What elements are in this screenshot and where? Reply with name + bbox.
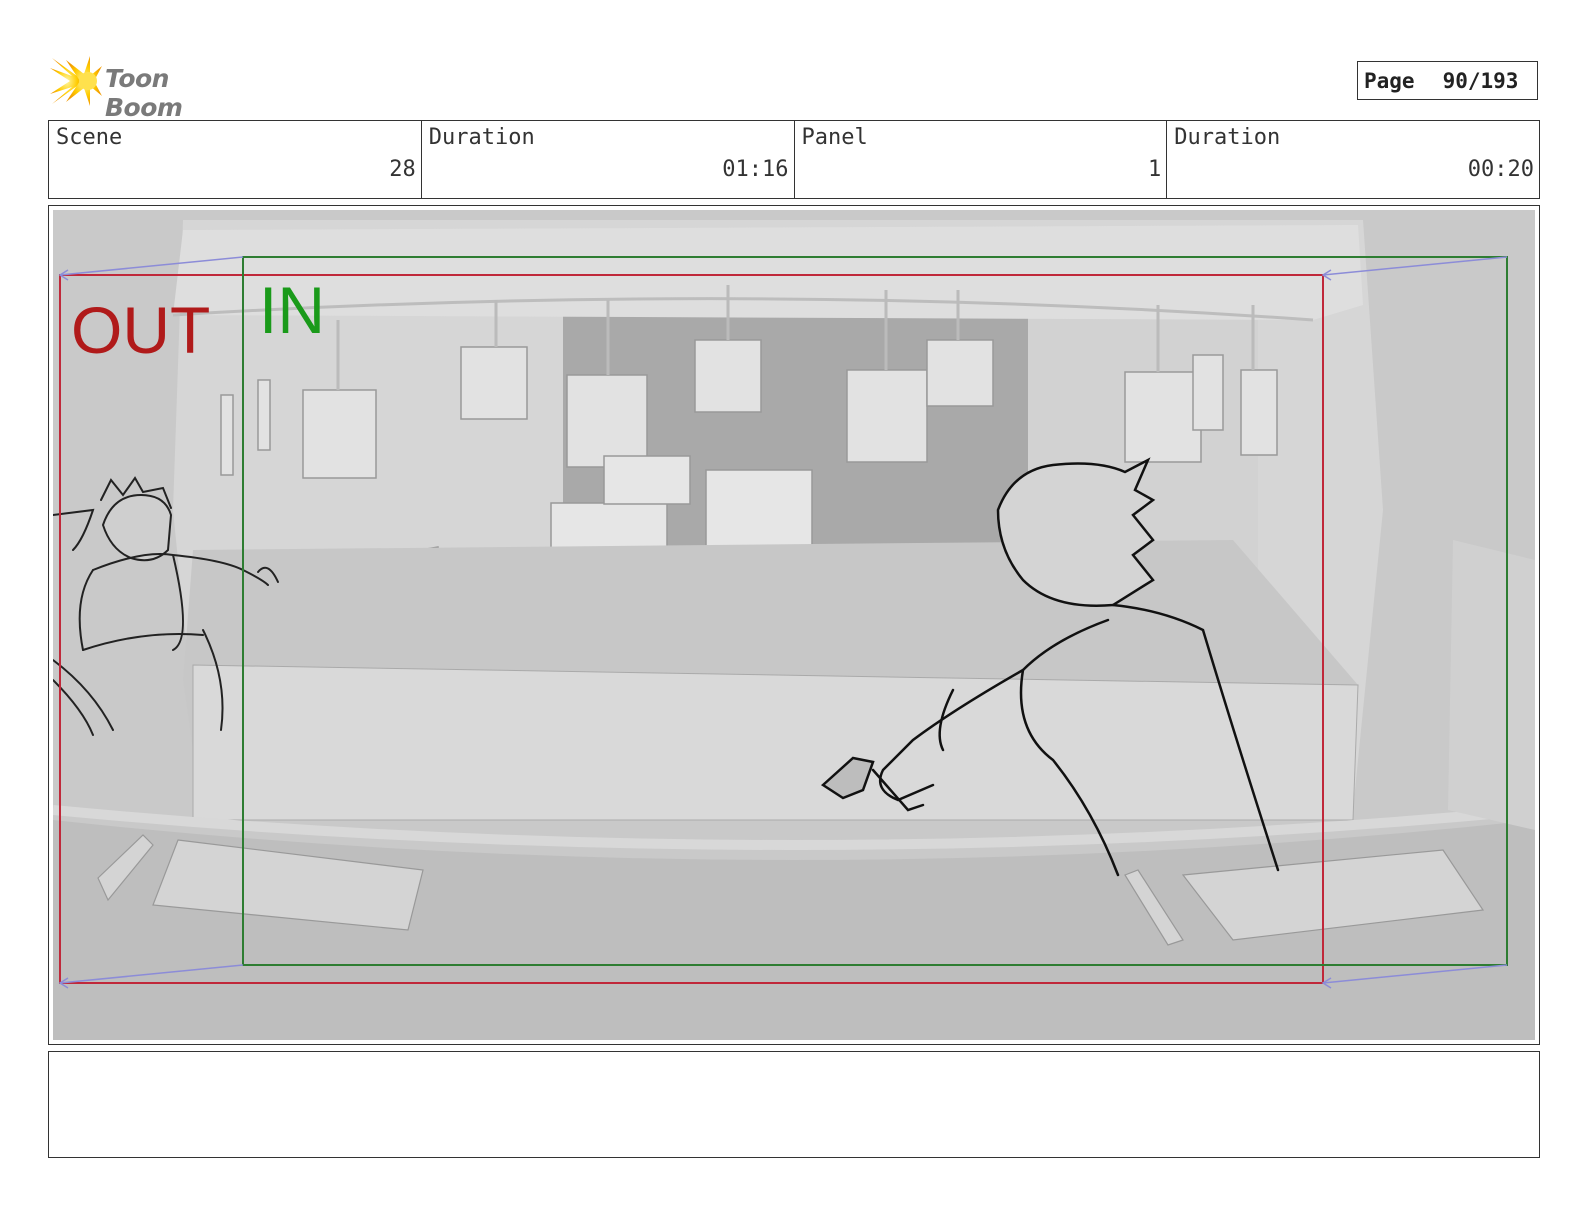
scene-duration-value: 01:16 (722, 157, 789, 182)
scene-value: 28 (389, 157, 416, 182)
scene-duration-label: Duration (428, 125, 535, 150)
panel-label: Panel (801, 125, 868, 150)
page-indicator: Page 90/193 (1357, 61, 1538, 100)
scene-duration-cell: Duration 01:16 (422, 121, 795, 198)
panel-cell: Panel 1 (795, 121, 1168, 198)
scene-cell: Scene 28 (49, 121, 422, 198)
panel-duration-label: Duration (1174, 125, 1281, 150)
panel-drawing: OUT IN (53, 210, 1535, 1040)
panel-duration-value: 00:20 (1467, 157, 1534, 182)
in-label: IN (259, 273, 325, 347)
toon-boom-logo: Toon Boom (50, 54, 250, 122)
out-label: OUT (71, 293, 210, 367)
panel-value: 1 (1148, 157, 1162, 182)
scene-label: Scene (56, 125, 123, 150)
page-label: Page (1364, 68, 1415, 93)
panel-notes-box[interactable] (48, 1051, 1540, 1158)
storyboard-panel: OUT IN (48, 205, 1540, 1045)
logo-text: Toon Boom (105, 64, 183, 122)
star-burst-icon (50, 56, 102, 106)
panel-info-row: Scene 28 Duration 01:16 Panel 1 Duration… (48, 120, 1540, 199)
page-value: 90/193 (1442, 68, 1519, 93)
panel-duration-cell: Duration 00:20 (1167, 121, 1539, 198)
